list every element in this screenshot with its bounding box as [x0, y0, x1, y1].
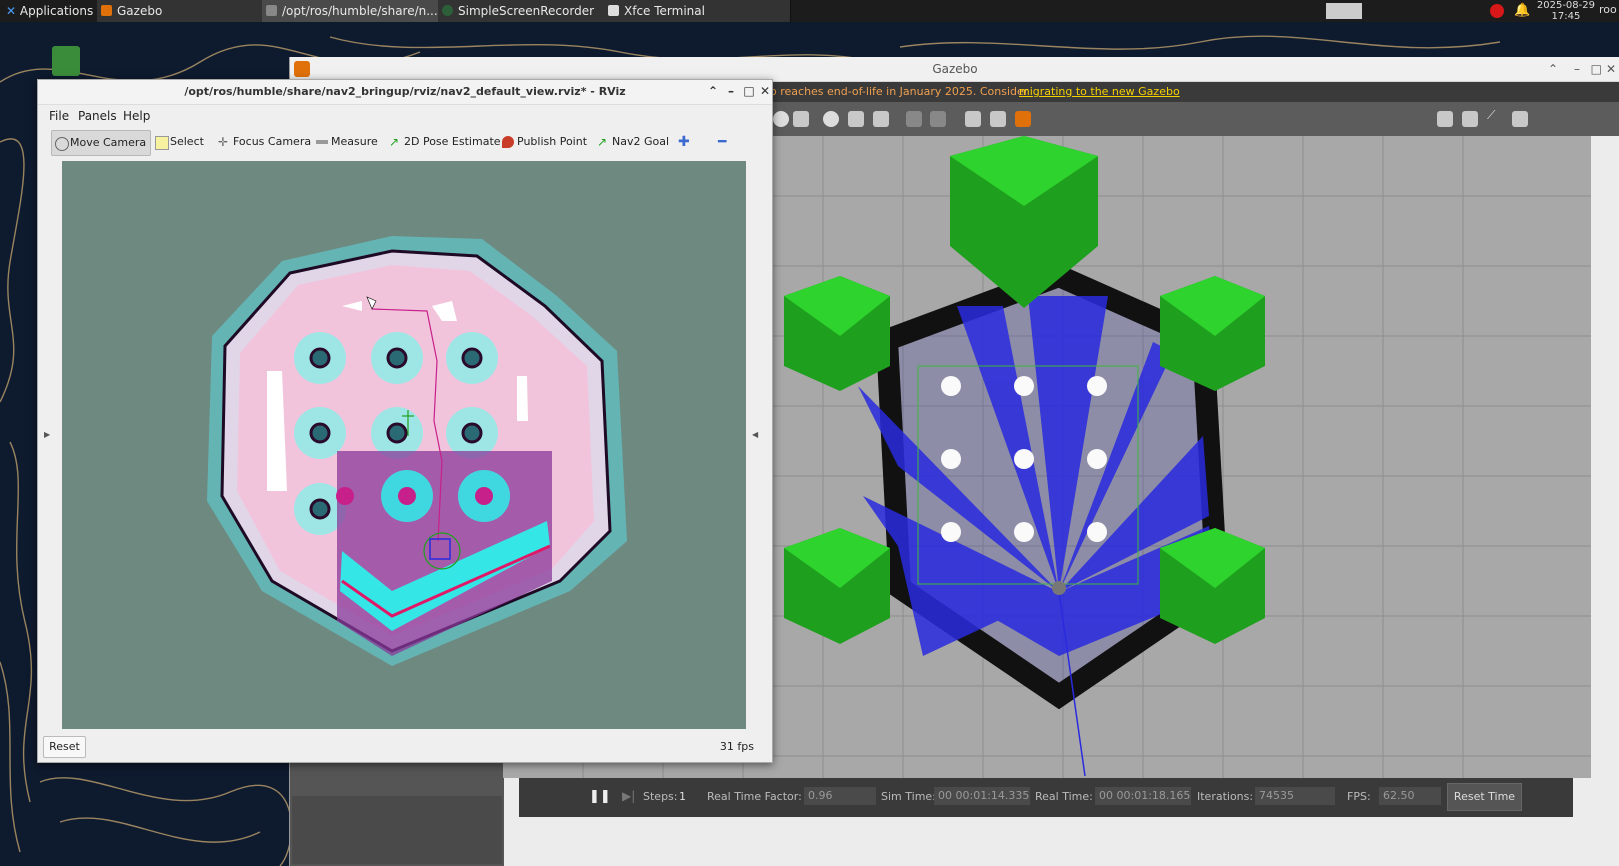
rviz-toolbar: Move Camera Select ✛ Focus Camera Measur… — [38, 127, 772, 157]
sphere-icon[interactable] — [773, 111, 789, 127]
tool-publish-point[interactable]: Publish Point — [499, 130, 587, 154]
applications-icon: ✕ — [6, 4, 17, 18]
clock[interactable]: 2025-08-29 17:45 — [1537, 0, 1595, 22]
fps-field: 62.50 — [1379, 787, 1441, 805]
shade-icon[interactable]: ⌃ — [706, 84, 720, 98]
tool-move-camera[interactable]: Move Camera — [51, 130, 151, 156]
log-icon[interactable] — [1462, 111, 1478, 127]
select-icon — [155, 136, 169, 150]
close-icon[interactable]: ✕ — [1606, 57, 1616, 81]
systray-rviz-icon[interactable] — [1326, 3, 1362, 19]
menu-help[interactable]: Help — [123, 109, 150, 123]
taskbar-item-recorder[interactable]: SimpleScreenRecorder — [438, 0, 617, 22]
measure-icon — [316, 140, 328, 144]
left-dock-toggle-icon[interactable]: ▶ — [44, 430, 50, 439]
remove-tool-icon[interactable]: ━ — [718, 134, 726, 150]
snap-icon[interactable] — [990, 111, 1006, 127]
gazebo-icon — [101, 5, 112, 16]
record-indicator-icon[interactable] — [1490, 4, 1504, 18]
taskbar-item-rviz[interactable]: /opt/ros/humble/share/n... — [262, 0, 453, 22]
move-camera-icon — [55, 137, 69, 151]
simulation-status-bar: ❚❚ ▶| Steps: 1 Real Time Factor: 0.96 Si… — [519, 778, 1573, 817]
tool-2d-pose-estimate[interactable]: ↗ 2D Pose Estimate — [386, 130, 501, 154]
video-record-icon[interactable] — [1512, 111, 1528, 127]
restore-icon[interactable]: □ — [1591, 57, 1602, 81]
change-view-icon[interactable] — [1015, 111, 1031, 127]
tool-nav2-goal[interactable]: ↗ Nav2 Goal — [594, 130, 669, 154]
top-panel: ✕ Applications Gazebo /opt/ros/humble/sh… — [0, 0, 1619, 22]
trash-icon[interactable] — [52, 46, 80, 76]
pose-estimate-arrow-icon: ↗ — [389, 135, 400, 149]
screenshot-icon[interactable] — [1437, 111, 1453, 127]
align-icon[interactable] — [965, 111, 981, 127]
menu-panels[interactable]: Panels — [78, 109, 117, 123]
right-dock-toggle-icon[interactable]: ◀ — [752, 430, 758, 439]
focus-camera-icon: ✛ — [218, 135, 229, 149]
fps-readout: 31 fps — [719, 740, 754, 753]
recorder-icon — [442, 5, 453, 16]
tool-select[interactable]: Select — [152, 130, 204, 154]
tool-measure[interactable]: Measure — [313, 130, 378, 154]
real-time-field: 00 00:01:18.165 — [1095, 787, 1191, 805]
sim-time-field: 00 00:01:14.335 — [934, 787, 1030, 805]
reset-time-button[interactable]: Reset Time — [1447, 783, 1522, 811]
maximize-icon[interactable]: – — [1574, 57, 1580, 81]
rviz-footer: Reset 31 fps — [38, 734, 772, 762]
taskbar-item-terminal[interactable]: Xfce Terminal — [604, 0, 791, 22]
nav2-goal-arrow-icon: ↗ — [597, 135, 608, 149]
migration-link[interactable]: migrating to the new Gazebo — [1019, 82, 1180, 102]
reset-button[interactable]: Reset — [43, 736, 86, 758]
paste-icon[interactable] — [930, 111, 946, 127]
sun-light-icon[interactable] — [823, 111, 839, 127]
rviz-icon — [266, 5, 277, 16]
cylinder-icon[interactable] — [793, 111, 809, 127]
pause-icon[interactable]: ❚❚ — [589, 789, 611, 804]
rtf-field: 0.96 — [804, 787, 876, 805]
add-tool-icon[interactable]: ✚ — [678, 134, 690, 150]
rviz-3d-viewport[interactable] — [62, 161, 746, 729]
applications-menu[interactable]: ✕ Applications — [6, 0, 94, 22]
steps-spinner[interactable]: 1 — [679, 790, 686, 803]
rviz-titlebar: /opt/ros/humble/share/nav2_bringup/rviz/… — [38, 80, 772, 105]
menu-file[interactable]: File — [49, 109, 69, 123]
plot-icon[interactable]: ⟋ — [1487, 108, 1503, 124]
maximize-icon[interactable]: □ — [742, 84, 756, 98]
terminal-icon — [608, 5, 619, 16]
taskbar-item-gazebo[interactable]: Gazebo — [97, 0, 282, 22]
directional-light-icon[interactable] — [873, 111, 889, 127]
rviz-window: /opt/ros/humble/share/nav2_bringup/rviz/… — [37, 79, 773, 763]
tool-focus-camera[interactable]: ✛ Focus Camera — [215, 130, 311, 154]
minimize-icon[interactable]: ⌃ — [1548, 57, 1558, 81]
iterations-field: 74535 — [1255, 787, 1335, 805]
notification-bell-icon[interactable]: 🔔 — [1514, 3, 1530, 18]
gazebo-logo-icon — [294, 61, 310, 77]
close-icon[interactable]: ✕ — [758, 84, 772, 98]
spot-light-icon[interactable] — [848, 111, 864, 127]
left-panel-lower — [292, 796, 502, 864]
step-icon[interactable]: ▶| — [622, 789, 635, 803]
minimize-icon[interactable]: – — [724, 84, 738, 98]
rviz-menubar: File Panels Help — [38, 105, 772, 127]
publish-point-pin-icon — [502, 136, 514, 148]
user-menu[interactable]: roo — [1599, 3, 1619, 16]
copy-icon[interactable] — [906, 111, 922, 127]
